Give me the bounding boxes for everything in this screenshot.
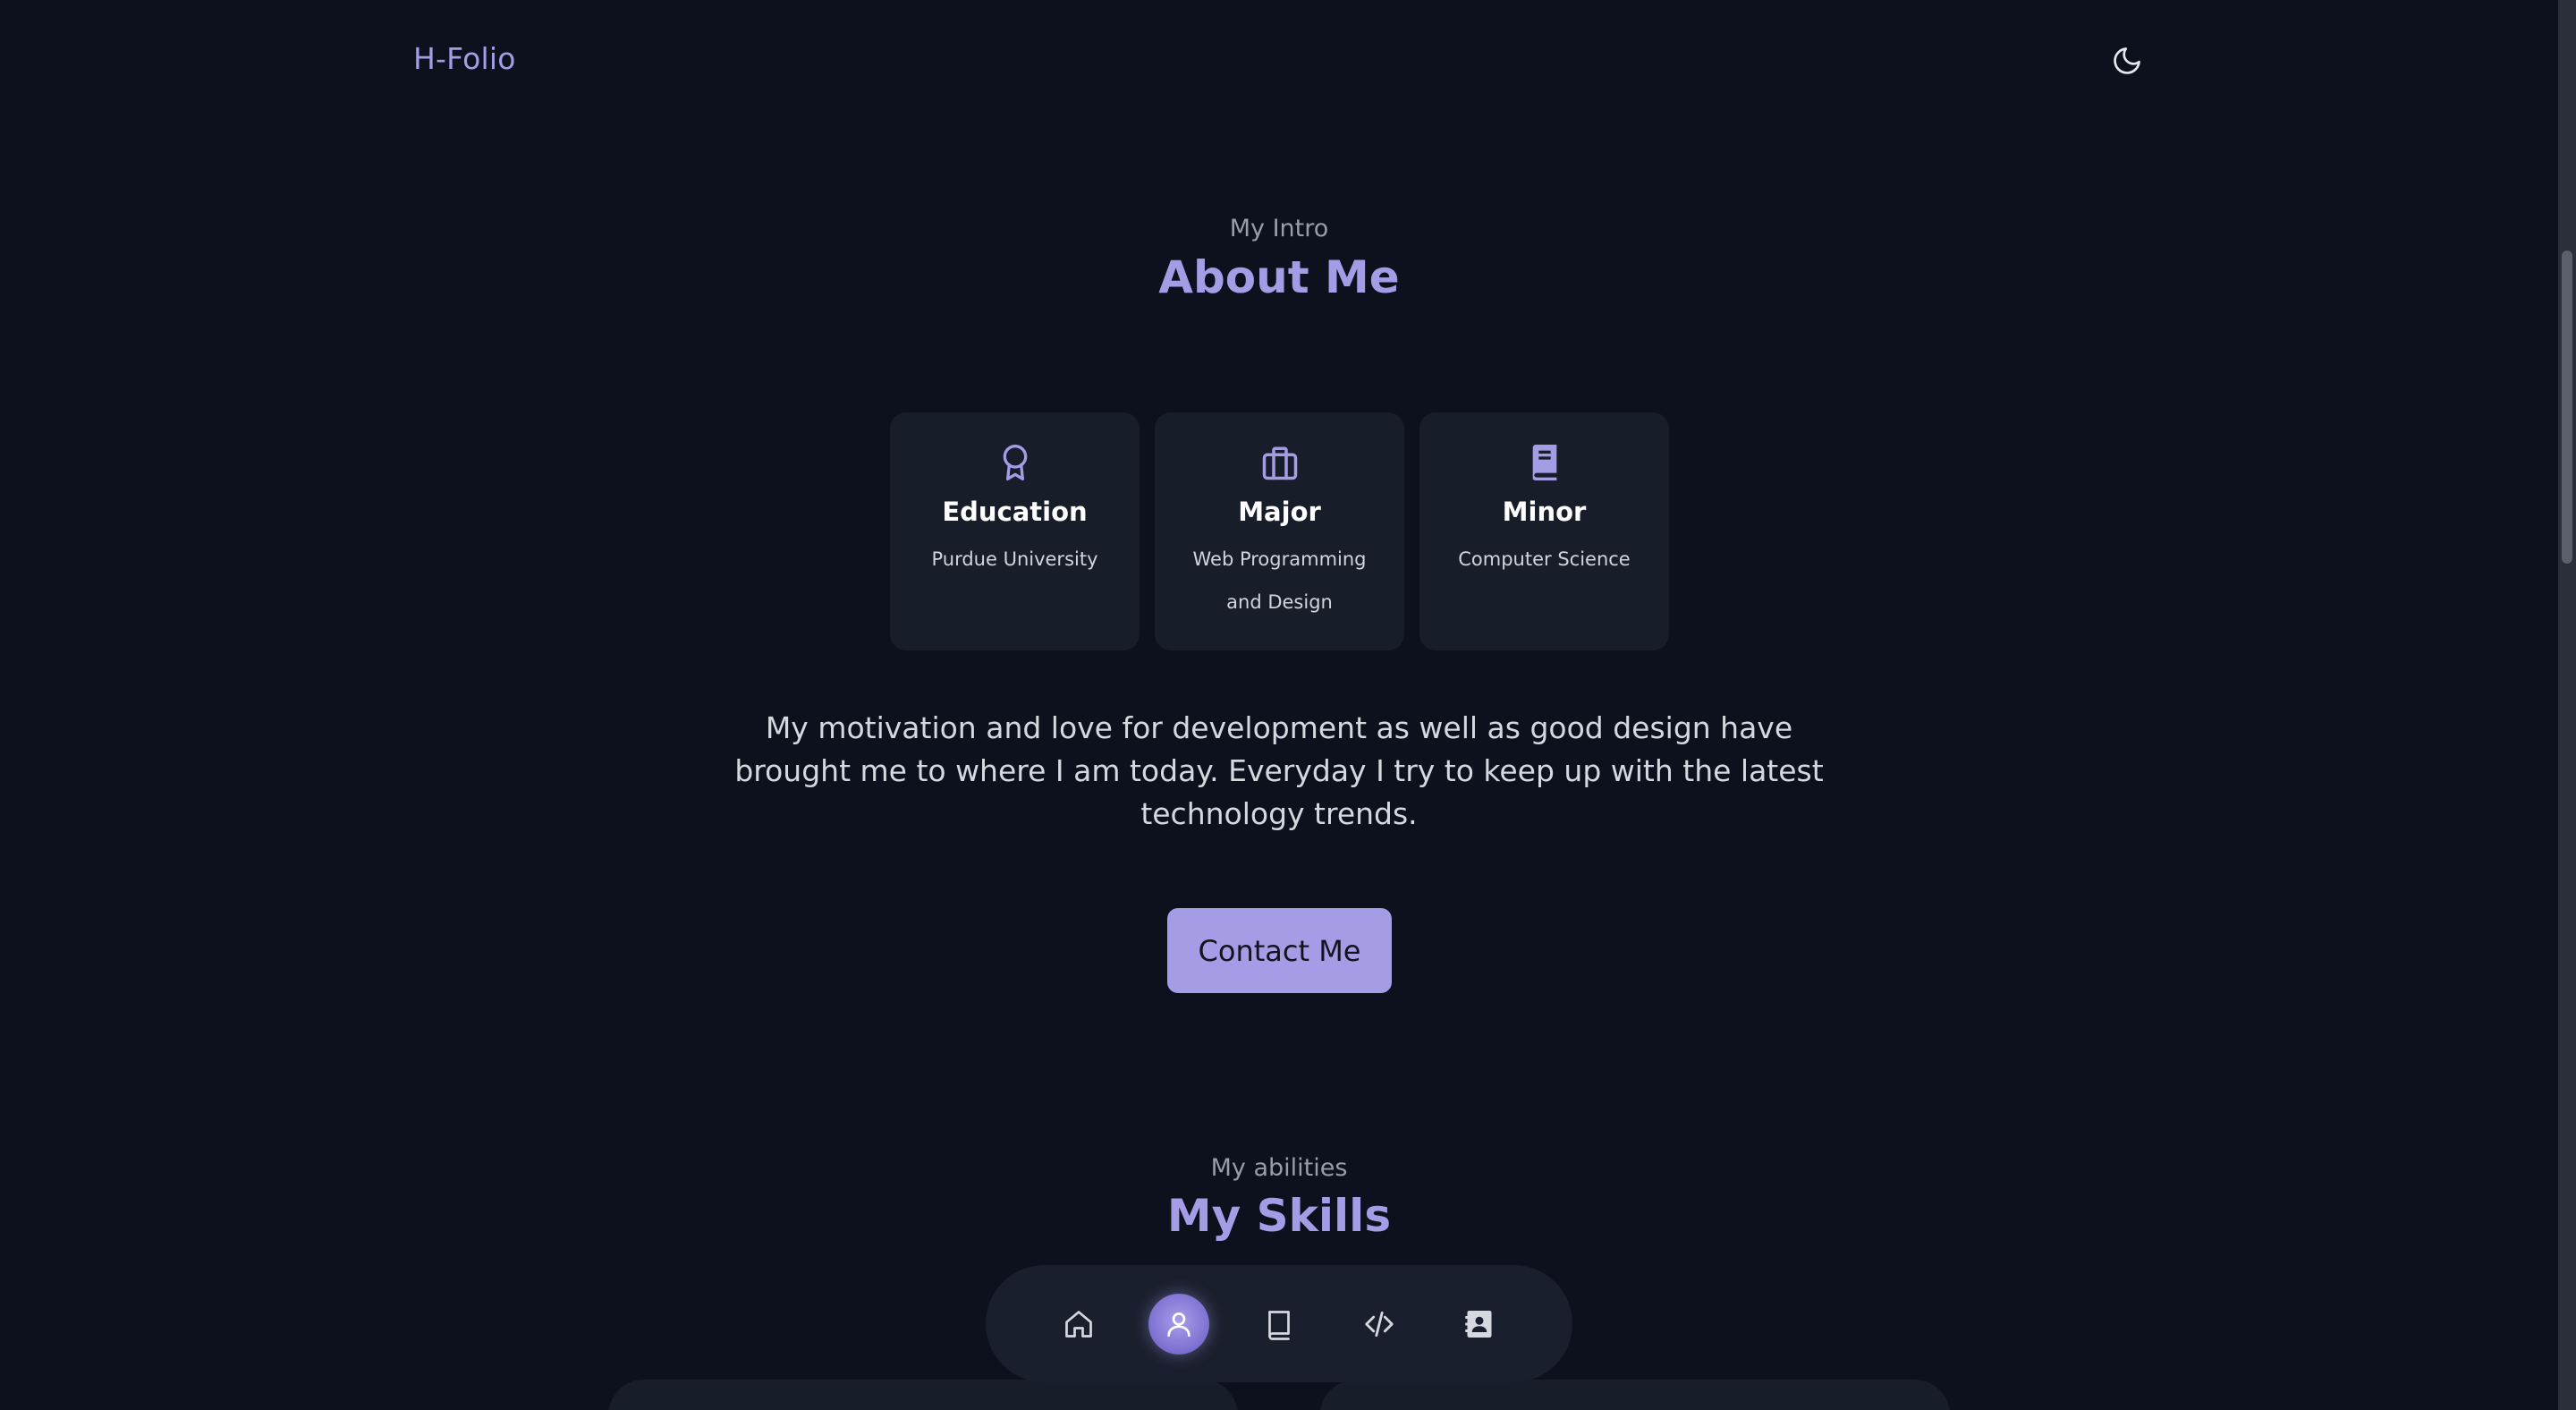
contact-me-button[interactable]: Contact Me [1167,908,1392,993]
scrollbar[interactable] [2558,0,2576,1410]
card-subtitle: Computer Science [1458,548,1631,570]
about-title: About Me [1158,251,1400,303]
about-description: My motivation and love for development a… [734,710,1824,831]
card-subtitle: Web Programming and Design [1192,548,1367,613]
about-info-cards: Education Purdue University Major Web Pr… [890,412,1669,650]
nav-skills[interactable] [1249,1294,1309,1355]
frontend-skills-card[interactable] [608,1380,1238,1410]
bottom-nav [986,1265,1572,1382]
skills-title: My Skills [1166,1190,1392,1242]
page: H-Folio My Intro About Me Education Purd… [0,0,2576,1410]
scrollbar-thumb[interactable] [2562,251,2572,564]
skills-subtitle: My abilities [1210,1154,1348,1182]
theme-toggle-button[interactable] [2107,41,2147,81]
user-icon [1167,1312,1191,1337]
code-icon [1365,1311,1394,1337]
education-card: Education Purdue University [890,412,1140,650]
about-subtitle: My Intro [1229,215,1329,242]
major-card: Major Web Programming and Design [1155,412,1404,650]
book-icon [1523,441,1566,484]
nav-about[interactable] [1148,1293,1209,1355]
nav-home[interactable] [1048,1294,1109,1355]
card-title: Education [942,497,1088,527]
card-subtitle: Purdue University [931,548,1098,570]
card-title: Minor [1502,497,1587,527]
backend-skills-card[interactable] [1320,1380,1950,1410]
nav-contact[interactable] [1449,1294,1510,1355]
briefcase-icon [1258,441,1301,484]
minor-card: Minor Computer Science [1419,412,1669,650]
card-title: Major [1238,497,1321,527]
book-icon [1268,1310,1290,1340]
home-icon [1065,1310,1092,1338]
logo[interactable]: H-Folio [413,41,516,76]
nav-projects[interactable] [1349,1294,1410,1355]
award-icon [994,441,1037,484]
contact-card-icon [1465,1310,1492,1338]
moon-icon [2114,47,2140,74]
